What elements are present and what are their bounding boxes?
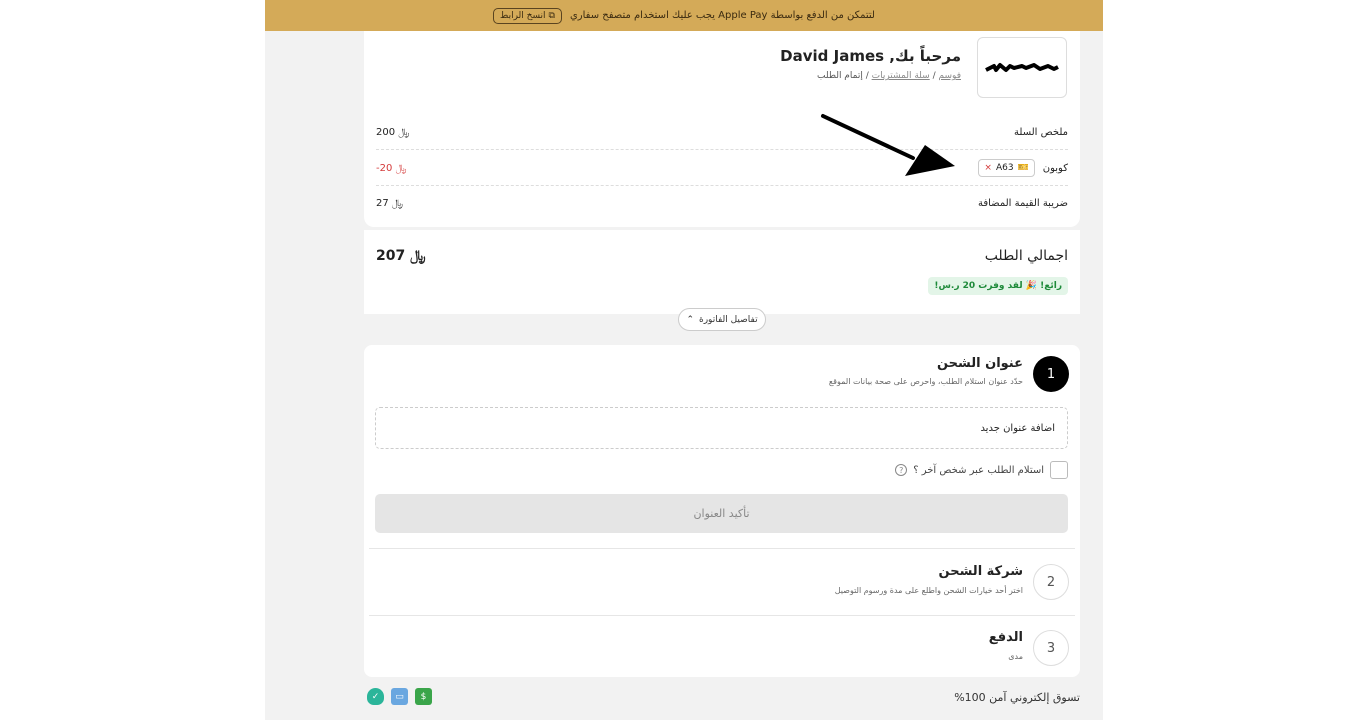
- order-total-card: اجمالي الطلب 207 ﷼ رائع! 🎉 لقد وفرت 20 ر…: [364, 230, 1080, 314]
- add-address-button[interactable]: اضافة عنوان جديد: [375, 407, 1068, 449]
- order-total-label: اجمالي الطلب: [984, 248, 1068, 264]
- apple-pay-banner: لتتمكن من الدفع بواسطة Apple Pay يجب علي…: [265, 0, 1103, 31]
- coupon-row: -20 ﷼ × A63 🎫 كوبون: [376, 151, 1068, 186]
- vat-value: 27 ﷼: [376, 198, 403, 209]
- cash-icon: $: [415, 688, 432, 705]
- invoice-details-button[interactable]: تفاصيل الفاتورة ⌃: [678, 308, 766, 331]
- ticket-icon: 🎫: [1017, 163, 1029, 173]
- step-3-title: الدفع: [988, 630, 1023, 645]
- remove-coupon-icon[interactable]: ×: [984, 163, 992, 173]
- step-3-number[interactable]: 3: [1033, 630, 1069, 666]
- banner-message: لتتمكن من الدفع بواسطة Apple Pay يجب علي…: [569, 10, 875, 21]
- cart-summary-value: 200 ﷼: [376, 126, 410, 138]
- copy-icon: ⧉: [548, 10, 555, 21]
- other-person-option: استلام الطلب عبر شخص آخر ؟ ?: [895, 461, 1068, 479]
- savings-badge: رائع! 🎉 لقد وفرت 20 ر.س!: [928, 277, 1068, 295]
- step-3-subtitle: مدى: [1008, 652, 1023, 661]
- step-2-number[interactable]: 2: [1033, 564, 1069, 600]
- order-summary-card: مرحباً بك, David James فوسم / سلة المشتر…: [364, 31, 1080, 227]
- invoice-details-label: تفاصيل الفاتورة: [698, 314, 758, 325]
- copy-link-button[interactable]: ⧉ انسخ الرابط: [493, 7, 562, 24]
- help-icon[interactable]: ?: [895, 464, 908, 476]
- coupon-discount-value: -20 ﷼: [376, 162, 407, 174]
- add-address-label: اضافة عنوان جديد: [980, 422, 1055, 434]
- store-logo[interactable]: [977, 37, 1067, 98]
- step-1-number: 1: [1033, 356, 1069, 392]
- step-1-subtitle: حدّد عنوان استلام الطلب، واحرص على صحة ب…: [828, 377, 1023, 386]
- cart-summary-row: 200 ﷼ ملخص السلة: [376, 115, 1068, 150]
- other-person-checkbox[interactable]: [1050, 461, 1068, 479]
- confirm-address-button[interactable]: تأكيد العنوان: [375, 494, 1068, 533]
- chevron-up-icon: ⌃: [686, 314, 694, 325]
- confirm-address-label: تأكيد العنوان: [693, 507, 750, 520]
- other-person-label: استلام الطلب عبر شخص آخر ؟: [913, 464, 1044, 476]
- breadcrumb-store[interactable]: فوسم: [939, 71, 961, 81]
- coupon-code: A63: [995, 163, 1014, 173]
- breadcrumb-current: إتمام الطلب: [817, 71, 863, 81]
- vat-label: ضريبة القيمة المضافة: [977, 198, 1068, 209]
- step-1-title: عنوان الشحن: [936, 356, 1023, 371]
- shield-check-icon: ✓: [367, 688, 384, 705]
- step-divider: [369, 548, 1075, 549]
- bank-transfer-icon: ▭: [391, 688, 408, 705]
- coupon-wrap: × A63 🎫 كوبون: [978, 159, 1068, 177]
- cart-summary-label: ملخص السلة: [1014, 126, 1068, 138]
- welcome-title: مرحباً بك, David James: [780, 47, 961, 65]
- breadcrumb: فوسم / سلة المشتريات / إتمام الطلب: [817, 71, 961, 81]
- copy-link-label: انسخ الرابط: [500, 10, 546, 21]
- checkout-page: لتتمكن من الدفع بواسطة Apple Pay يجب علي…: [265, 0, 1103, 720]
- store-logo-mark: [985, 62, 1059, 72]
- vat-row: 27 ﷼ ضريبة القيمة المضافة: [376, 186, 1068, 221]
- coupon-chip: × A63 🎫: [978, 159, 1035, 177]
- breadcrumb-separator: /: [865, 71, 869, 81]
- secure-shopping-text: تسوق إلكتروني آمن 100%: [954, 691, 1080, 704]
- step-2-subtitle: اختر أحد خيارات الشحن واطلع على مدة ورسو…: [834, 586, 1023, 595]
- order-total-value: 207 ﷼: [376, 248, 426, 264]
- payment-trust-icons: ✓ ▭ $: [367, 688, 432, 705]
- checkout-steps-card: 1 عنوان الشحن حدّد عنوان استلام الطلب، و…: [364, 345, 1080, 677]
- step-2-title: شركة الشحن: [938, 564, 1023, 579]
- breadcrumb-cart[interactable]: سلة المشتريات: [872, 71, 930, 81]
- step-divider: [369, 615, 1075, 616]
- coupon-label: كوبون: [1042, 162, 1068, 174]
- breadcrumb-separator: /: [932, 71, 936, 81]
